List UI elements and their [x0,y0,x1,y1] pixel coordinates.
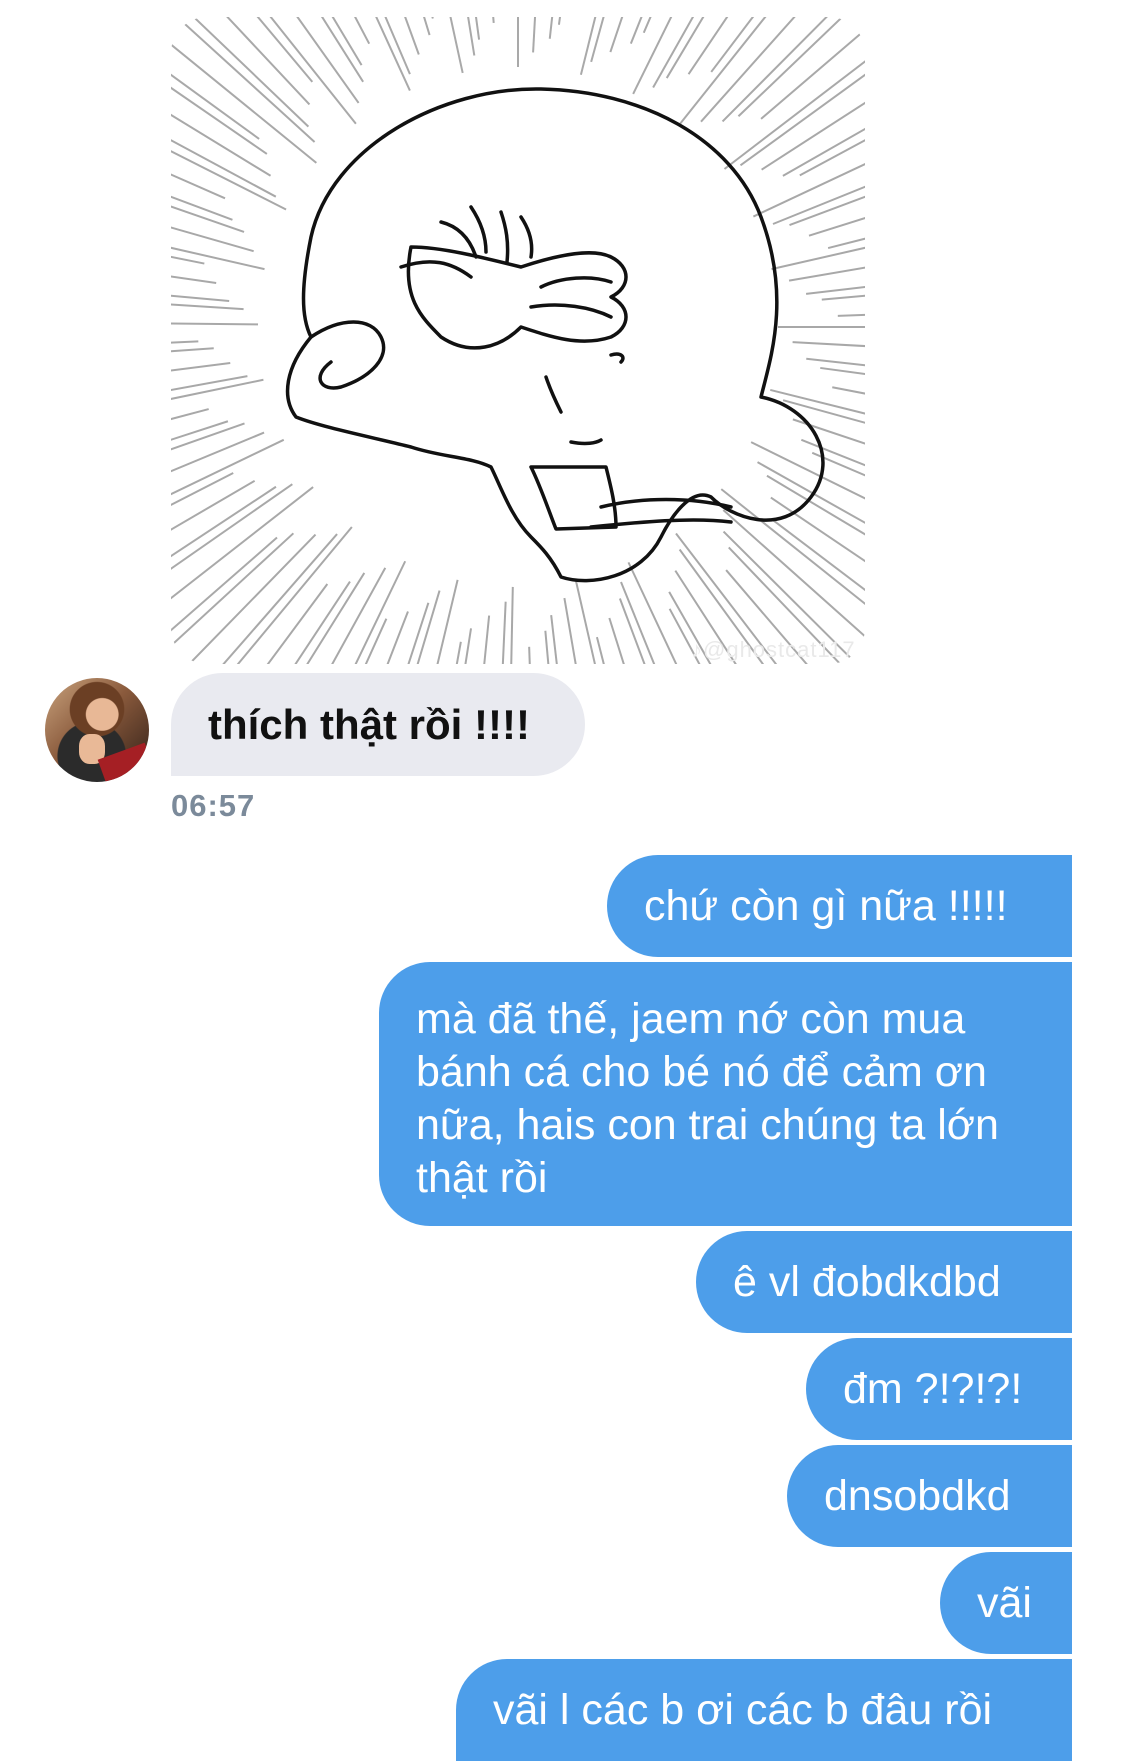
outgoing-message-text: vãi [977,1578,1032,1627]
speed-line [788,266,865,282]
speed-line [175,17,316,143]
outgoing-message[interactable]: vãi [940,1552,1072,1654]
speed-line [464,628,473,664]
outgoing-message-text: đm ?!?!?! [843,1364,1023,1413]
speed-line [806,357,865,367]
speed-line [782,127,865,177]
outgoing-message-text: chứ còn gì nữa !!!!! [644,881,1008,930]
speed-line [632,17,673,95]
speed-line [808,217,865,237]
avatar[interactable] [45,678,149,782]
speed-line [171,322,259,326]
outgoing-message-text: vãi l các b ơi các b đâu rồi [493,1685,993,1734]
speed-line [700,17,796,123]
speed-line [171,294,230,303]
speed-line [652,17,695,88]
speed-line [557,17,562,25]
outgoing-message[interactable]: ê vl đobdkdbd [696,1231,1072,1333]
speed-line [171,375,248,391]
speed-line [222,533,338,664]
speed-line [171,205,245,233]
speed-line [192,17,310,128]
incoming-message[interactable]: thích thật rồi !!!! [171,673,585,776]
incoming-message-text: thích thật rồi !!!! [208,700,530,748]
speed-line [609,17,624,53]
speed-line [171,483,293,570]
message-timestamp: 06:57 [171,788,256,823]
outgoing-message-text: dnsobdkd [824,1471,1011,1520]
speed-line [492,17,495,24]
speed-line [772,185,865,225]
avatar-shirt [97,742,149,782]
speed-line [563,597,577,664]
outgoing-message-text: mà đã thế, jaem nớ còn mua bánh cá cho b… [416,995,999,1202]
speed-line [723,60,865,170]
speed-line [436,579,459,664]
speed-line [629,17,643,45]
facepalm-sticker-drawing [171,17,865,664]
speed-line [528,646,531,664]
right-edge [1072,0,1125,1749]
outgoing-message[interactable]: chứ còn gì nữa !!!!! [607,855,1072,957]
speed-line [532,17,537,53]
speed-line [510,586,514,664]
speed-line [171,532,295,648]
sticker-image[interactable]: ♪@ghostcat117 [171,17,865,664]
speed-line [501,601,507,664]
outgoing-message-text: ê vl đobdkdbd [733,1257,1001,1306]
speed-line [171,420,229,441]
sticker-watermark: ♪@ghostcat117 [691,637,856,662]
speed-line [737,17,844,117]
speed-line [721,17,828,123]
speed-line [548,17,554,39]
speed-line [800,438,865,467]
speed-line [171,408,209,421]
speed-line [171,347,214,353]
speed-line [171,479,256,531]
speed-line [761,101,865,171]
speed-line [805,286,865,295]
speed-line [331,17,363,66]
speed-line [837,313,865,317]
speed-line [171,303,244,311]
speed-line [642,17,652,34]
speed-line [171,86,268,155]
speed-line [792,341,865,348]
speed-line [416,590,441,664]
speed-line [766,474,865,536]
outgoing-message[interactable]: vãi l các b ơi các b đâu rồi [456,1659,1072,1761]
speed-line [407,602,430,664]
outgoing-message[interactable]: mà đã thế, jaem nớ còn mua bánh cá cho b… [379,962,1072,1226]
outgoing-message[interactable]: đm ?!?!?! [806,1338,1072,1440]
outgoing-message[interactable]: dnsobdkd [787,1445,1072,1547]
speed-line [171,173,226,200]
